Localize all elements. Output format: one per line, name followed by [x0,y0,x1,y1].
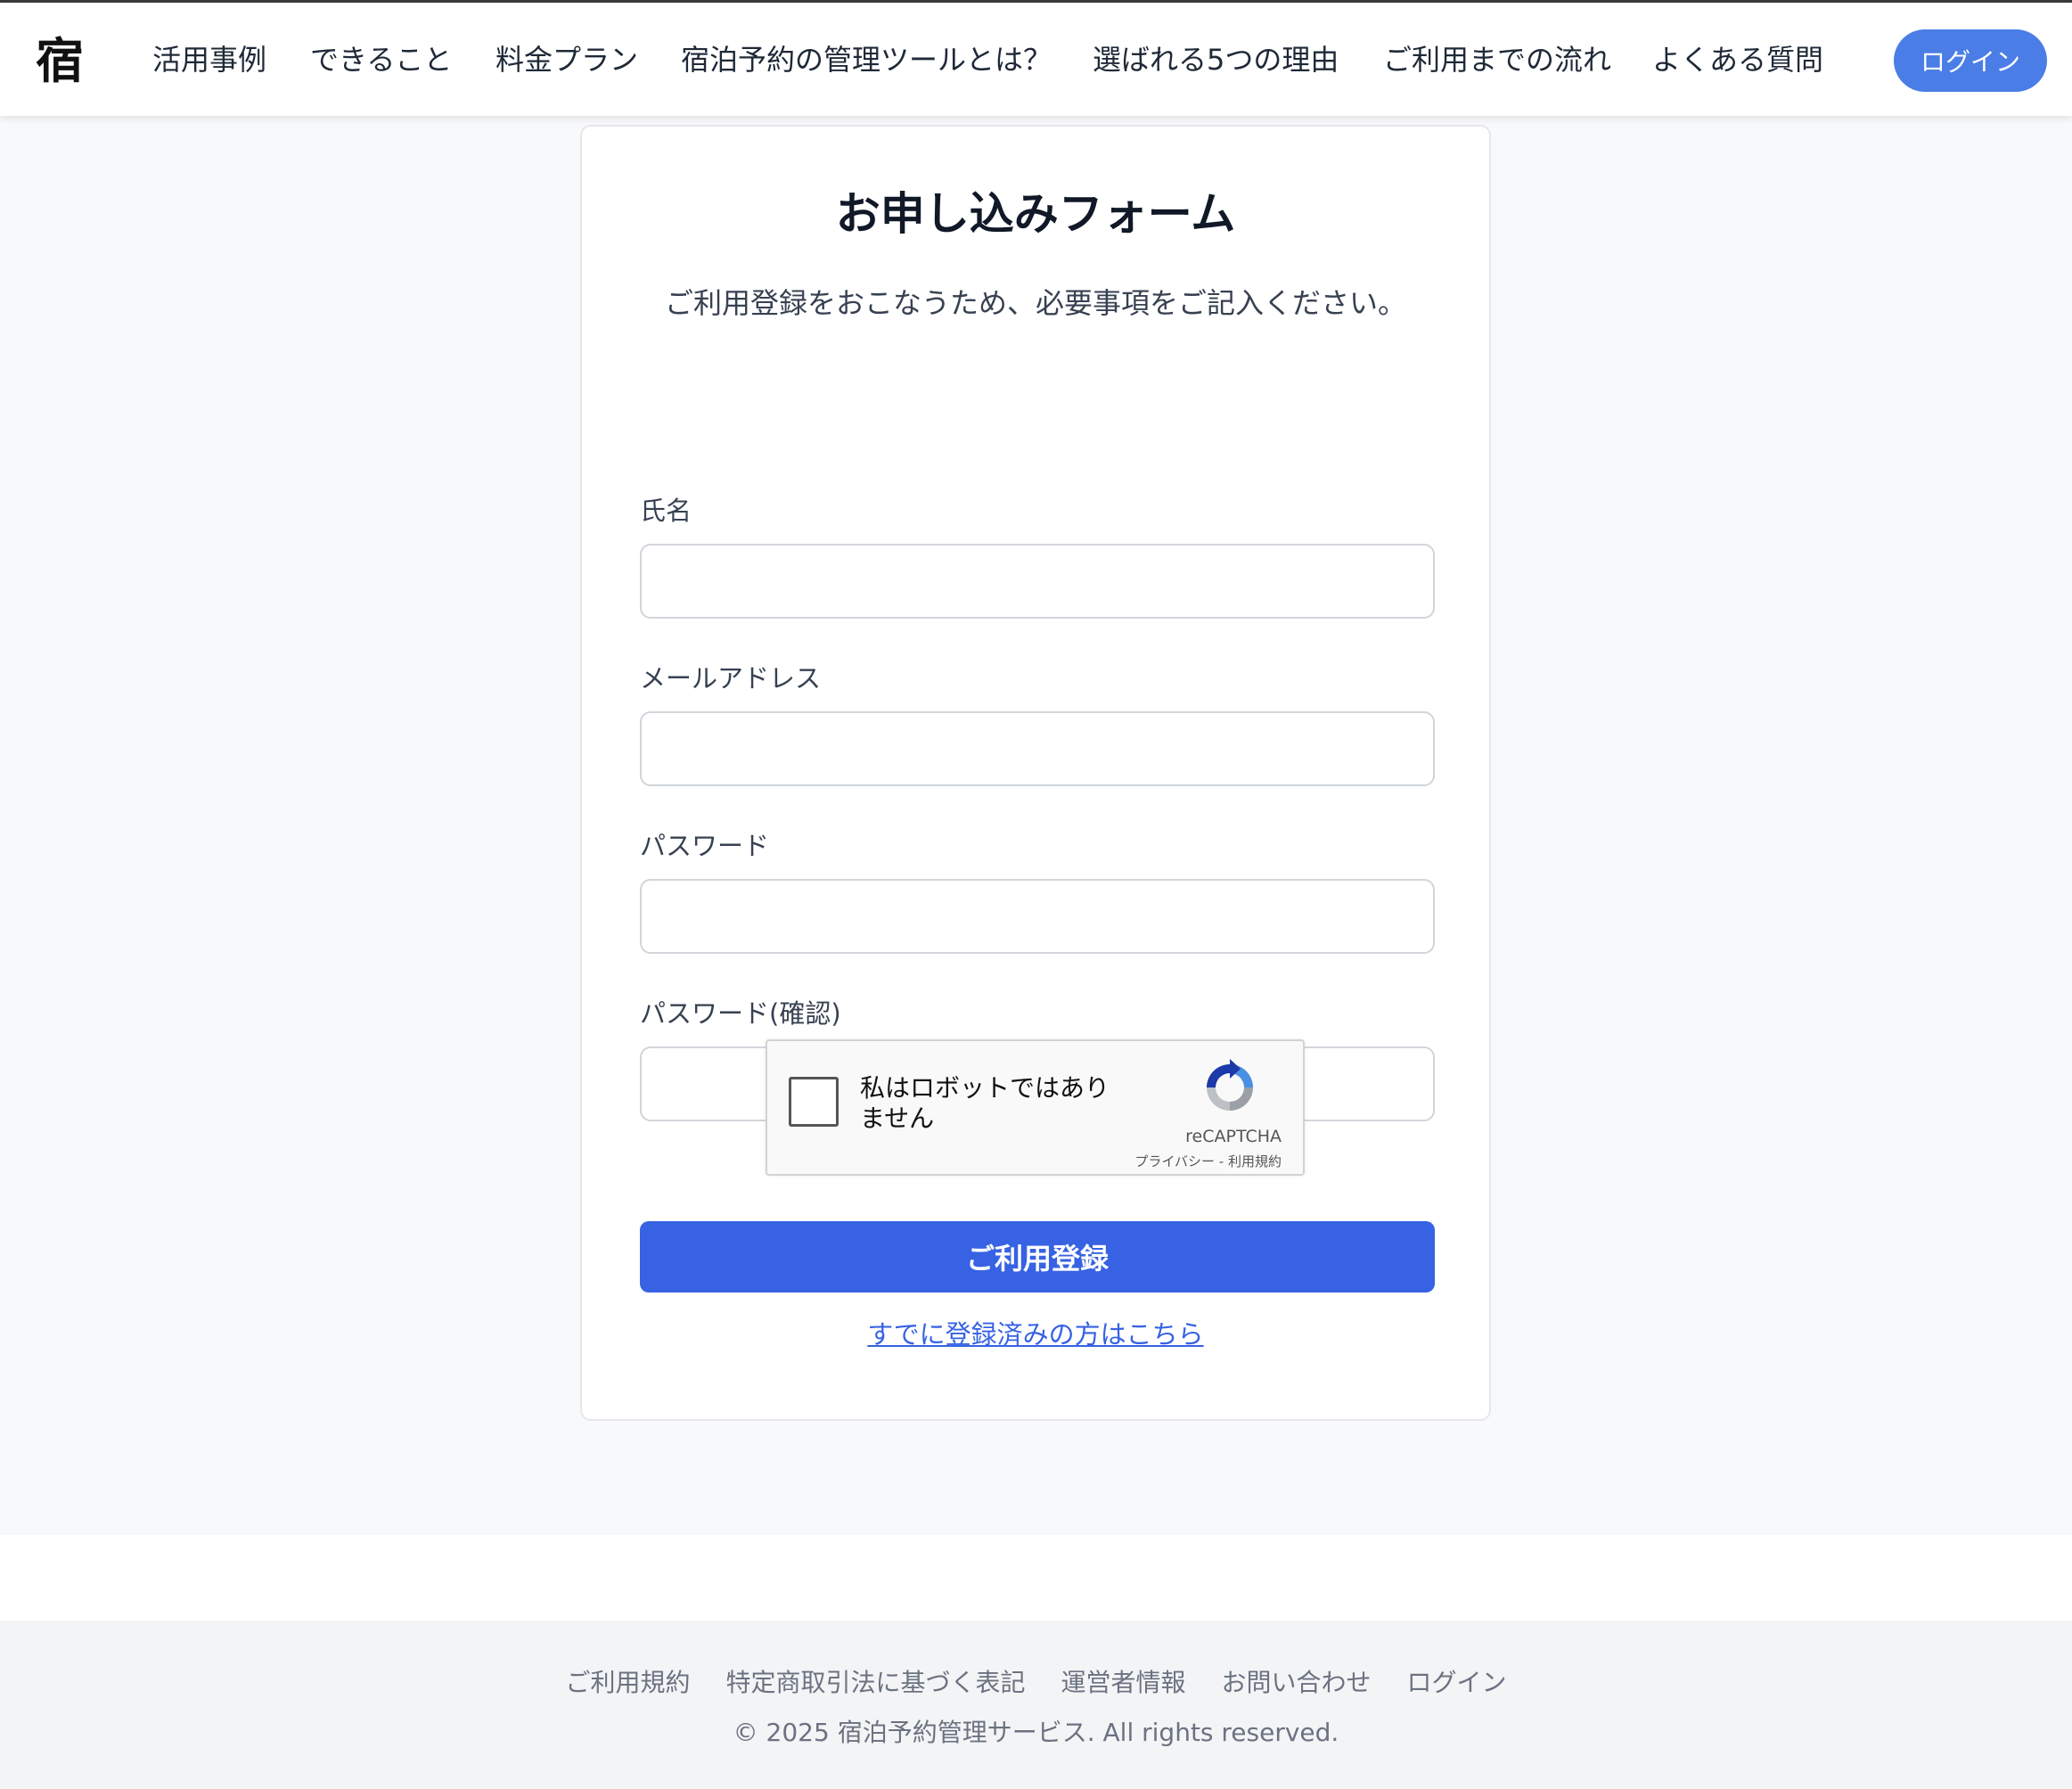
nav-item-about-tool[interactable]: 宿泊予約の管理ツールとは？ [681,40,1052,79]
signup-form-card: お申し込みフォーム ご利用登録をおこなうため、必要事項をご記入ください。 氏名 … [580,125,1491,1421]
nav-item-reasons[interactable]: 選ばれる5つの理由 [1093,40,1339,79]
footer-links: ご利用規約 特定商取引法に基づく表記 運営者情報 お問い合わせ ログイン [0,1665,2072,1701]
login-button[interactable]: ログイン [1894,29,2047,92]
recaptcha-label: 私はロボットではありません [860,1073,1110,1133]
email-input[interactable] [640,711,1435,786]
nav-item-flow[interactable]: ご利用までの流れ [1383,40,1611,79]
already-registered-link[interactable]: すでに登録済みの方はこちら [582,1317,1489,1352]
svg-text:宿: 宿 [36,33,84,86]
footer-link-terms[interactable]: ご利用規約 [565,1665,690,1701]
footer-link-commerce-law[interactable]: 特定商取引法に基づく表記 [725,1665,1025,1701]
recaptcha-checkbox[interactable] [789,1077,839,1127]
logo-icon[interactable]: 宿 [33,33,86,86]
footer-link-operator[interactable]: 運営者情報 [1061,1665,1185,1701]
form-subtitle: ご利用登録をおこなうため、必要事項をご記入ください。 [664,286,1406,320]
site-footer: ご利用規約 特定商取引法に基づく表記 運営者情報 お問い合わせ ログイン © 2… [0,1621,2072,1789]
password-label: パスワード [640,831,770,861]
spacer-band [0,1535,2072,1621]
register-button[interactable]: ご利用登録 [640,1221,1435,1293]
site-header: 宿 活用事例 できること 料金プラン 宿泊予約の管理ツールとは？ 選ばれる5つの… [0,3,2072,116]
recaptcha-widget: 私はロボットではありません reCAPTCHA プライバシー - 利用規約 [766,1039,1305,1176]
nav-item-case-studies[interactable]: 活用事例 [152,40,266,79]
password-confirm-label: パスワード(確認) [640,998,841,1029]
recaptcha-privacy-terms[interactable]: プライバシー - 利用規約 [1134,1152,1282,1170]
footer-link-contact[interactable]: お問い合わせ [1222,1665,1372,1701]
email-label: メールアドレス [640,663,822,693]
nav-item-features[interactable]: できること [310,40,452,79]
recaptcha-brand: reCAPTCHA [1185,1127,1282,1146]
recaptcha-logo-icon [1207,1059,1253,1111]
footer-link-login[interactable]: ログイン [1407,1665,1507,1701]
form-title: お申し込みフォーム [835,188,1236,240]
name-input[interactable] [640,544,1435,619]
nav-item-faq[interactable]: よくある質問 [1652,40,1823,79]
copyright-text: © 2025 宿泊予約管理サービス. All rights reserved. [733,1718,1339,1747]
nav-item-pricing[interactable]: 料金プラン [495,40,638,79]
name-label: 氏名 [640,496,692,526]
password-input[interactable] [640,879,1435,954]
